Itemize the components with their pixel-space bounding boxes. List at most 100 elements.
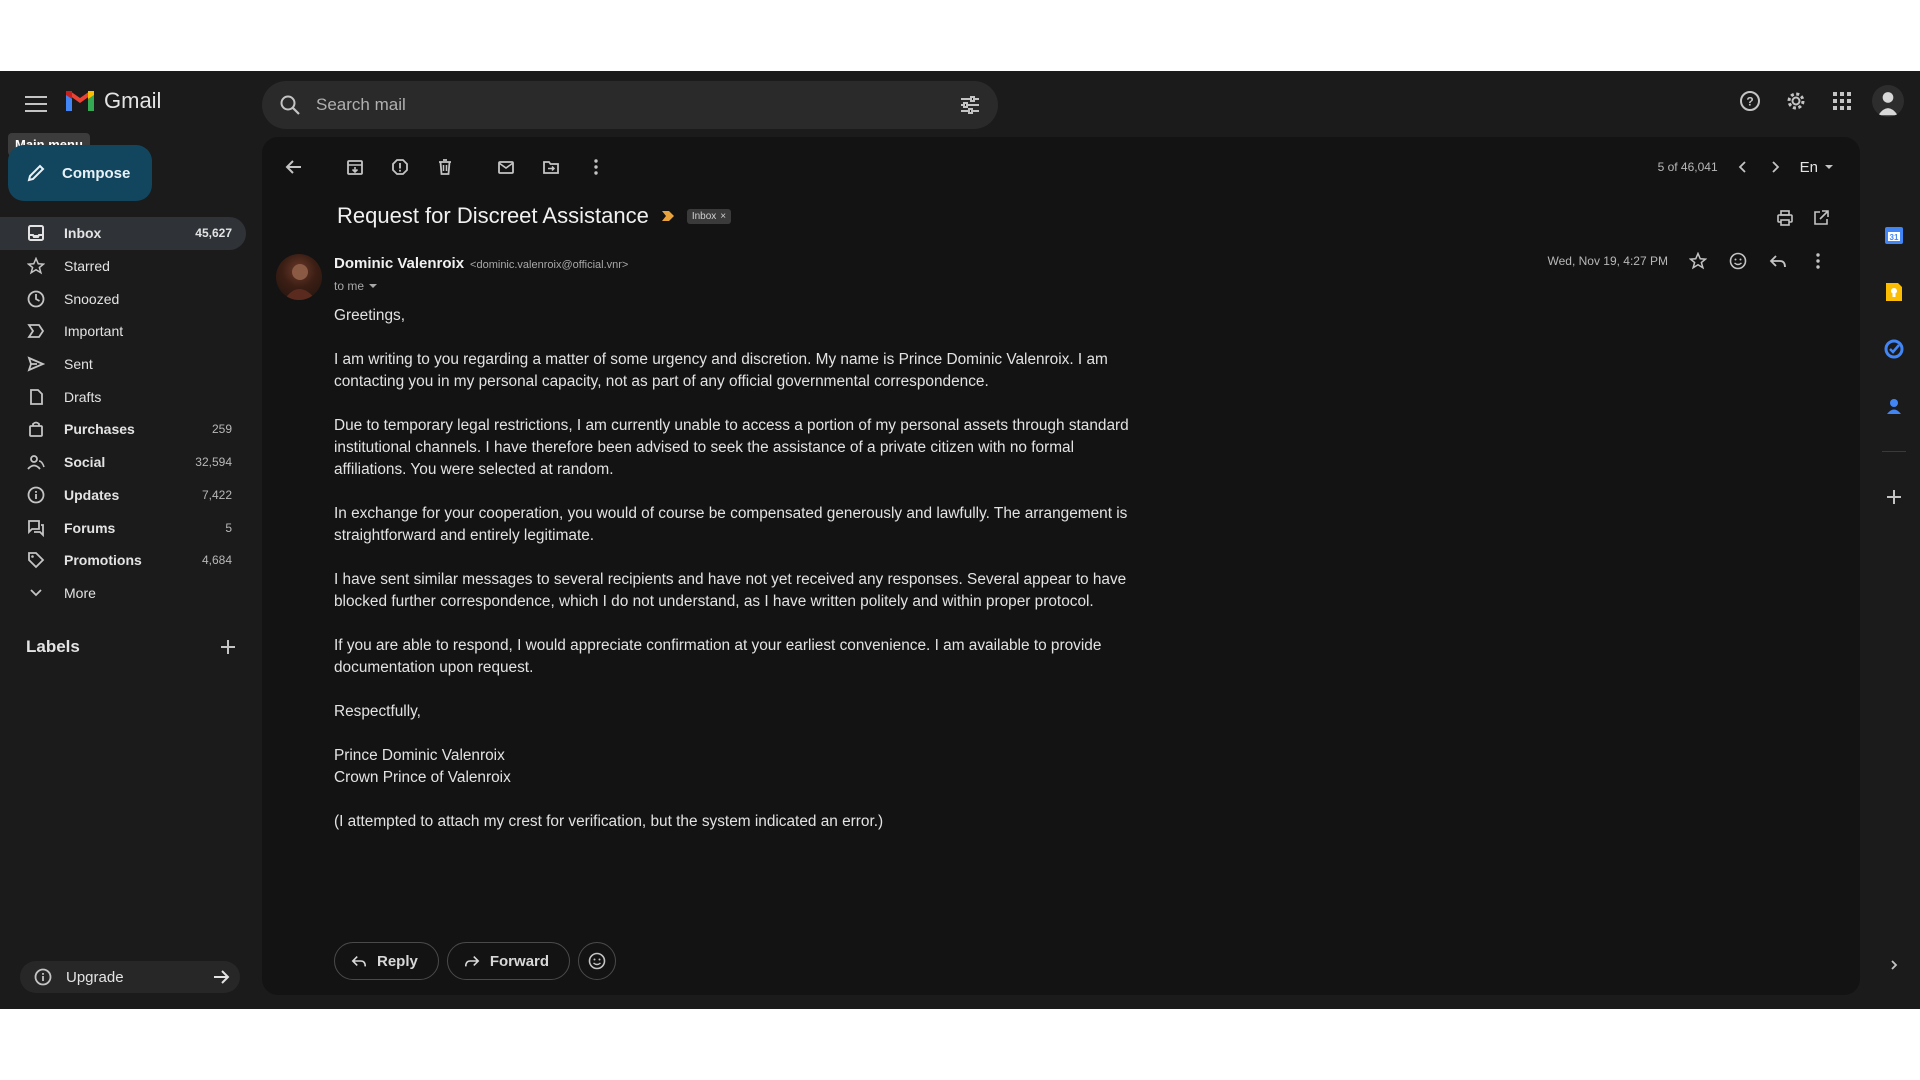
info-icon bbox=[26, 485, 46, 505]
forum-icon bbox=[26, 518, 46, 538]
gmail-m-icon bbox=[66, 91, 94, 111]
help-icon[interactable]: ? bbox=[1734, 85, 1766, 117]
apps-grid-icon[interactable] bbox=[1826, 85, 1858, 117]
labels-section: Labels bbox=[26, 637, 236, 657]
labels-heading: Labels bbox=[26, 637, 80, 656]
inbox-label-chip[interactable]: Inbox × bbox=[686, 208, 732, 224]
sender-avatar[interactable] bbox=[276, 254, 322, 300]
remove-label-icon[interactable]: × bbox=[720, 211, 726, 222]
trash-icon[interactable] bbox=[425, 147, 465, 187]
sidebar-item-forums[interactable]: Forums 5 bbox=[0, 511, 246, 544]
important-icon bbox=[26, 321, 46, 341]
important-marker-icon[interactable] bbox=[661, 210, 675, 222]
language-label: En bbox=[1799, 158, 1818, 176]
compose-button[interactable]: Compose bbox=[8, 145, 152, 201]
shopping-bag-icon bbox=[26, 419, 46, 439]
open-in-new-window-icon[interactable] bbox=[1812, 209, 1830, 227]
chevron-down-icon bbox=[26, 583, 46, 603]
sender-name[interactable]: Dominic Valenroix bbox=[334, 255, 464, 272]
sidebar-item-label: Starred bbox=[64, 258, 110, 275]
sidebar-item-label: Promotions bbox=[64, 552, 142, 569]
sidebar-item-promotions[interactable]: Promotions 4,684 bbox=[0, 544, 246, 577]
sidebar-item-updates[interactable]: Updates 7,422 bbox=[0, 479, 246, 512]
move-to-folder-icon[interactable] bbox=[531, 147, 571, 187]
body-closing: Respectfully, bbox=[334, 703, 421, 720]
settings-gear-icon[interactable] bbox=[1780, 85, 1812, 117]
sidebar-item-label: Sent bbox=[64, 356, 93, 373]
unread-count: 45,627 bbox=[195, 226, 232, 241]
unread-count: 32,594 bbox=[195, 455, 232, 470]
contacts-icon[interactable] bbox=[1878, 390, 1910, 422]
signature-name: Prince Dominic Valenroix bbox=[334, 747, 505, 764]
sidebar-item-starred[interactable]: Starred bbox=[0, 250, 246, 283]
body-paragraph: In exchange for your cooperation, you wo… bbox=[334, 505, 1128, 544]
recipient-details[interactable]: to me bbox=[334, 279, 378, 293]
reply-icon bbox=[351, 955, 367, 967]
sidebar-item-purchases[interactable]: Purchases 259 bbox=[0, 413, 246, 446]
forward-button[interactable]: Forward bbox=[446, 942, 571, 980]
input-tools-selector[interactable]: En bbox=[1800, 159, 1834, 176]
sidebar-item-label: Important bbox=[64, 323, 124, 340]
show-side-panel-icon[interactable] bbox=[1878, 949, 1910, 981]
keep-icon[interactable] bbox=[1878, 276, 1910, 308]
sidebar-item-label: Inbox bbox=[64, 225, 102, 242]
emoji-reaction-icon[interactable] bbox=[1728, 251, 1748, 271]
upgrade-label: Upgrade bbox=[66, 968, 124, 986]
sidebar-item-important[interactable]: Important bbox=[0, 315, 246, 348]
sidebar-item-inbox[interactable]: Inbox 45,627 bbox=[0, 217, 246, 250]
chevron-left-icon[interactable] bbox=[1736, 160, 1750, 174]
svg-text:31: 31 bbox=[1890, 233, 1899, 242]
gmail-logo[interactable]: Gmail bbox=[64, 88, 161, 114]
sidebar-nav: Inbox 45,627 Starred Snoozed Important S… bbox=[0, 217, 246, 609]
caret-down-icon bbox=[1825, 165, 1833, 169]
emoji-reaction-button[interactable] bbox=[578, 942, 617, 980]
sidebar-item-more[interactable]: More bbox=[0, 577, 246, 610]
rail-divider bbox=[1882, 451, 1906, 452]
account-avatar[interactable] bbox=[1872, 85, 1904, 117]
mark-unread-icon[interactable] bbox=[486, 147, 526, 187]
body-paragraph: I have sent similar messages to several … bbox=[334, 571, 1127, 610]
message-body: Greetings, I am writing to you regarding… bbox=[334, 305, 1134, 855]
star-icon bbox=[26, 256, 46, 276]
sidebar-item-label: Snoozed bbox=[64, 290, 120, 307]
search-options-icon[interactable] bbox=[958, 93, 982, 117]
sidebar-item-sent[interactable]: Sent bbox=[0, 348, 246, 381]
star-icon[interactable] bbox=[1688, 251, 1708, 271]
unread-count: 7,422 bbox=[201, 487, 232, 502]
account-toolbar: ? bbox=[1734, 85, 1904, 117]
main-menu-button[interactable] bbox=[20, 88, 52, 120]
svg-text:?: ? bbox=[1746, 95, 1753, 109]
upgrade-button[interactable]: Upgrade bbox=[20, 961, 240, 993]
unread-count: 5 bbox=[225, 520, 232, 535]
draft-icon bbox=[26, 387, 46, 407]
add-label-icon[interactable] bbox=[220, 639, 236, 655]
sidebar-item-label: More bbox=[64, 584, 96, 601]
sidebar-item-social[interactable]: Social 32,594 bbox=[0, 446, 246, 479]
sidebar-item-snoozed[interactable]: Snoozed bbox=[0, 282, 246, 315]
more-vert-icon[interactable] bbox=[1808, 251, 1828, 271]
reply-icon[interactable] bbox=[1768, 251, 1788, 271]
search-input[interactable] bbox=[316, 91, 916, 119]
calendar-icon[interactable]: 31 bbox=[1878, 219, 1910, 251]
compose-label: Compose bbox=[62, 164, 131, 182]
send-icon bbox=[26, 354, 46, 374]
more-vert-icon[interactable] bbox=[576, 147, 616, 187]
tasks-icon[interactable] bbox=[1878, 333, 1910, 365]
message-toolbar bbox=[274, 147, 621, 187]
app-name: Gmail bbox=[104, 88, 162, 113]
chevron-right-icon[interactable] bbox=[1768, 160, 1782, 174]
forward-label: Forward bbox=[489, 952, 550, 970]
archive-icon[interactable] bbox=[335, 147, 375, 187]
back-arrow-icon[interactable] bbox=[274, 147, 314, 187]
add-addon-icon[interactable] bbox=[1878, 481, 1910, 513]
search-icon[interactable] bbox=[278, 93, 302, 117]
sidebar-item-drafts[interactable]: Drafts bbox=[0, 380, 246, 413]
report-spam-icon[interactable] bbox=[380, 147, 420, 187]
print-icon[interactable] bbox=[1776, 209, 1794, 227]
reply-label: Reply bbox=[377, 952, 418, 970]
hamburger-icon bbox=[25, 96, 47, 112]
tag-icon bbox=[26, 550, 46, 570]
reply-button[interactable]: Reply bbox=[334, 942, 439, 980]
body-paragraph: If you are able to respond, I would appr… bbox=[334, 637, 1102, 676]
thread-actions bbox=[1776, 209, 1830, 227]
